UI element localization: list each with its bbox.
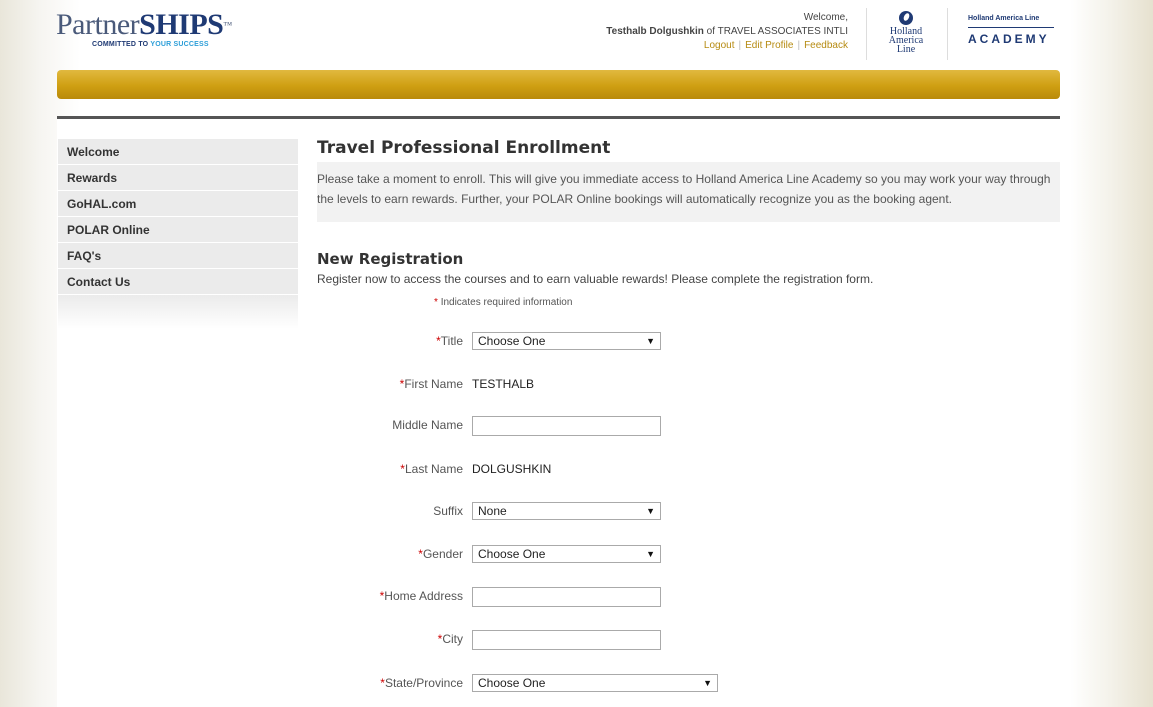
sidebar-item-rewards[interactable]: Rewards	[58, 165, 298, 191]
first-name-value: TESTHALB	[472, 377, 535, 391]
registration-title: New Registration	[317, 250, 464, 268]
academy-logo[interactable]: Holland America Line ACADEMY	[968, 15, 1058, 46]
state-row: *State/Province Choose One ▼	[317, 674, 1060, 694]
registration-text: Register now to access the courses and t…	[317, 272, 874, 286]
user-agency: of TRAVEL ASSOCIATES INTLI	[706, 26, 848, 37]
partnerships-logo[interactable]: PartnerSHIPS™ COMMITTED TO YOUR SUCCESS	[56, 10, 256, 54]
chevron-down-icon: ▼	[646, 506, 655, 516]
link-separator: |	[738, 40, 742, 51]
logout-link[interactable]: Logout	[704, 40, 735, 51]
middle-name-row: Middle Name	[317, 416, 1060, 436]
page-header: PartnerSHIPS™ COMMITTED TO YOUR SUCCESS …	[0, 0, 1153, 70]
feedback-link[interactable]: Feedback	[804, 40, 848, 51]
home-address-input[interactable]	[472, 587, 661, 607]
state-select[interactable]: Choose One ▼	[472, 674, 718, 692]
city-row: *City	[317, 630, 1060, 650]
user-name: Testhalb Dolgushkin	[606, 26, 704, 37]
gold-nav-bar	[57, 70, 1060, 99]
chevron-down-icon: ▼	[703, 678, 712, 688]
user-line: Testhalb Dolgushkin of TRAVEL ASSOCIATES…	[606, 25, 848, 39]
title-label: *Title	[436, 334, 463, 348]
logo-tagline: COMMITTED TO YOUR SUCCESS	[92, 41, 209, 48]
main-panel: Welcome Rewards GoHAL.com POLAR Online F…	[57, 116, 1060, 707]
sidebar: Welcome Rewards GoHAL.com POLAR Online F…	[58, 139, 298, 329]
sidebar-fade	[58, 295, 298, 329]
header-divider	[947, 8, 948, 60]
last-name-row: *Last Name DOLGUSHKIN	[317, 460, 1060, 480]
sidebar-item-welcome[interactable]: Welcome	[58, 139, 298, 165]
city-label: *City	[437, 632, 463, 646]
page-title: Travel Professional Enrollment	[317, 138, 611, 158]
sidebar-item-gohal[interactable]: GoHAL.com	[58, 191, 298, 217]
first-name-row: *First Name TESTHALB	[317, 375, 1060, 395]
first-name-label: *First Name	[399, 377, 463, 391]
middle-name-label: Middle Name	[392, 418, 463, 432]
gender-row: *Gender Choose One ▼	[317, 545, 1060, 565]
last-name-value: DOLGUSHKIN	[472, 462, 552, 476]
link-separator: |	[797, 40, 801, 51]
account-links: Logout | Edit Profile | Feedback	[606, 39, 848, 53]
gender-label: *Gender	[418, 547, 463, 561]
home-address-label: *Home Address	[379, 589, 463, 603]
chevron-down-icon: ▼	[646, 336, 655, 346]
required-note: * Indicates required information	[434, 297, 573, 308]
sidebar-item-polar-online[interactable]: POLAR Online	[58, 217, 298, 243]
hal-emblem-icon	[899, 11, 913, 25]
logo-wordmark: PartnerSHIPS™	[56, 8, 232, 41]
state-label: *State/Province	[380, 676, 463, 690]
title-row: *Title Choose One ▼	[317, 332, 1060, 352]
home-address-row: *Home Address	[317, 587, 1060, 607]
suffix-row: Suffix None ▼	[317, 502, 1060, 522]
title-select[interactable]: Choose One ▼	[472, 332, 661, 350]
academy-logo-rule	[968, 27, 1054, 28]
holland-america-logo[interactable]: Holland America Line	[880, 11, 932, 55]
content-area: Travel Professional Enrollment Please ta…	[317, 119, 1060, 692]
intro-text: Please take a moment to enroll. This wil…	[317, 162, 1060, 222]
header-divider	[866, 8, 867, 60]
academy-logo-line1: Holland America Line	[968, 15, 1040, 22]
welcome-label: Welcome,	[803, 12, 848, 23]
middle-name-input[interactable]	[472, 416, 661, 436]
suffix-select[interactable]: None ▼	[472, 502, 661, 520]
city-input[interactable]	[472, 630, 661, 650]
sidebar-item-contact-us[interactable]: Contact Us	[58, 269, 298, 295]
suffix-label: Suffix	[433, 504, 463, 518]
edit-profile-link[interactable]: Edit Profile	[745, 40, 793, 51]
welcome-block: Welcome, Testhalb Dolgushkin of TRAVEL A…	[606, 11, 848, 53]
last-name-label: *Last Name	[400, 462, 463, 476]
gender-select[interactable]: Choose One ▼	[472, 545, 661, 563]
chevron-down-icon: ▼	[646, 549, 655, 559]
academy-logo-line2: ACADEMY	[968, 32, 1050, 46]
sidebar-item-faqs[interactable]: FAQ's	[58, 243, 298, 269]
hal-logo-text: Holland America Line	[888, 26, 924, 55]
